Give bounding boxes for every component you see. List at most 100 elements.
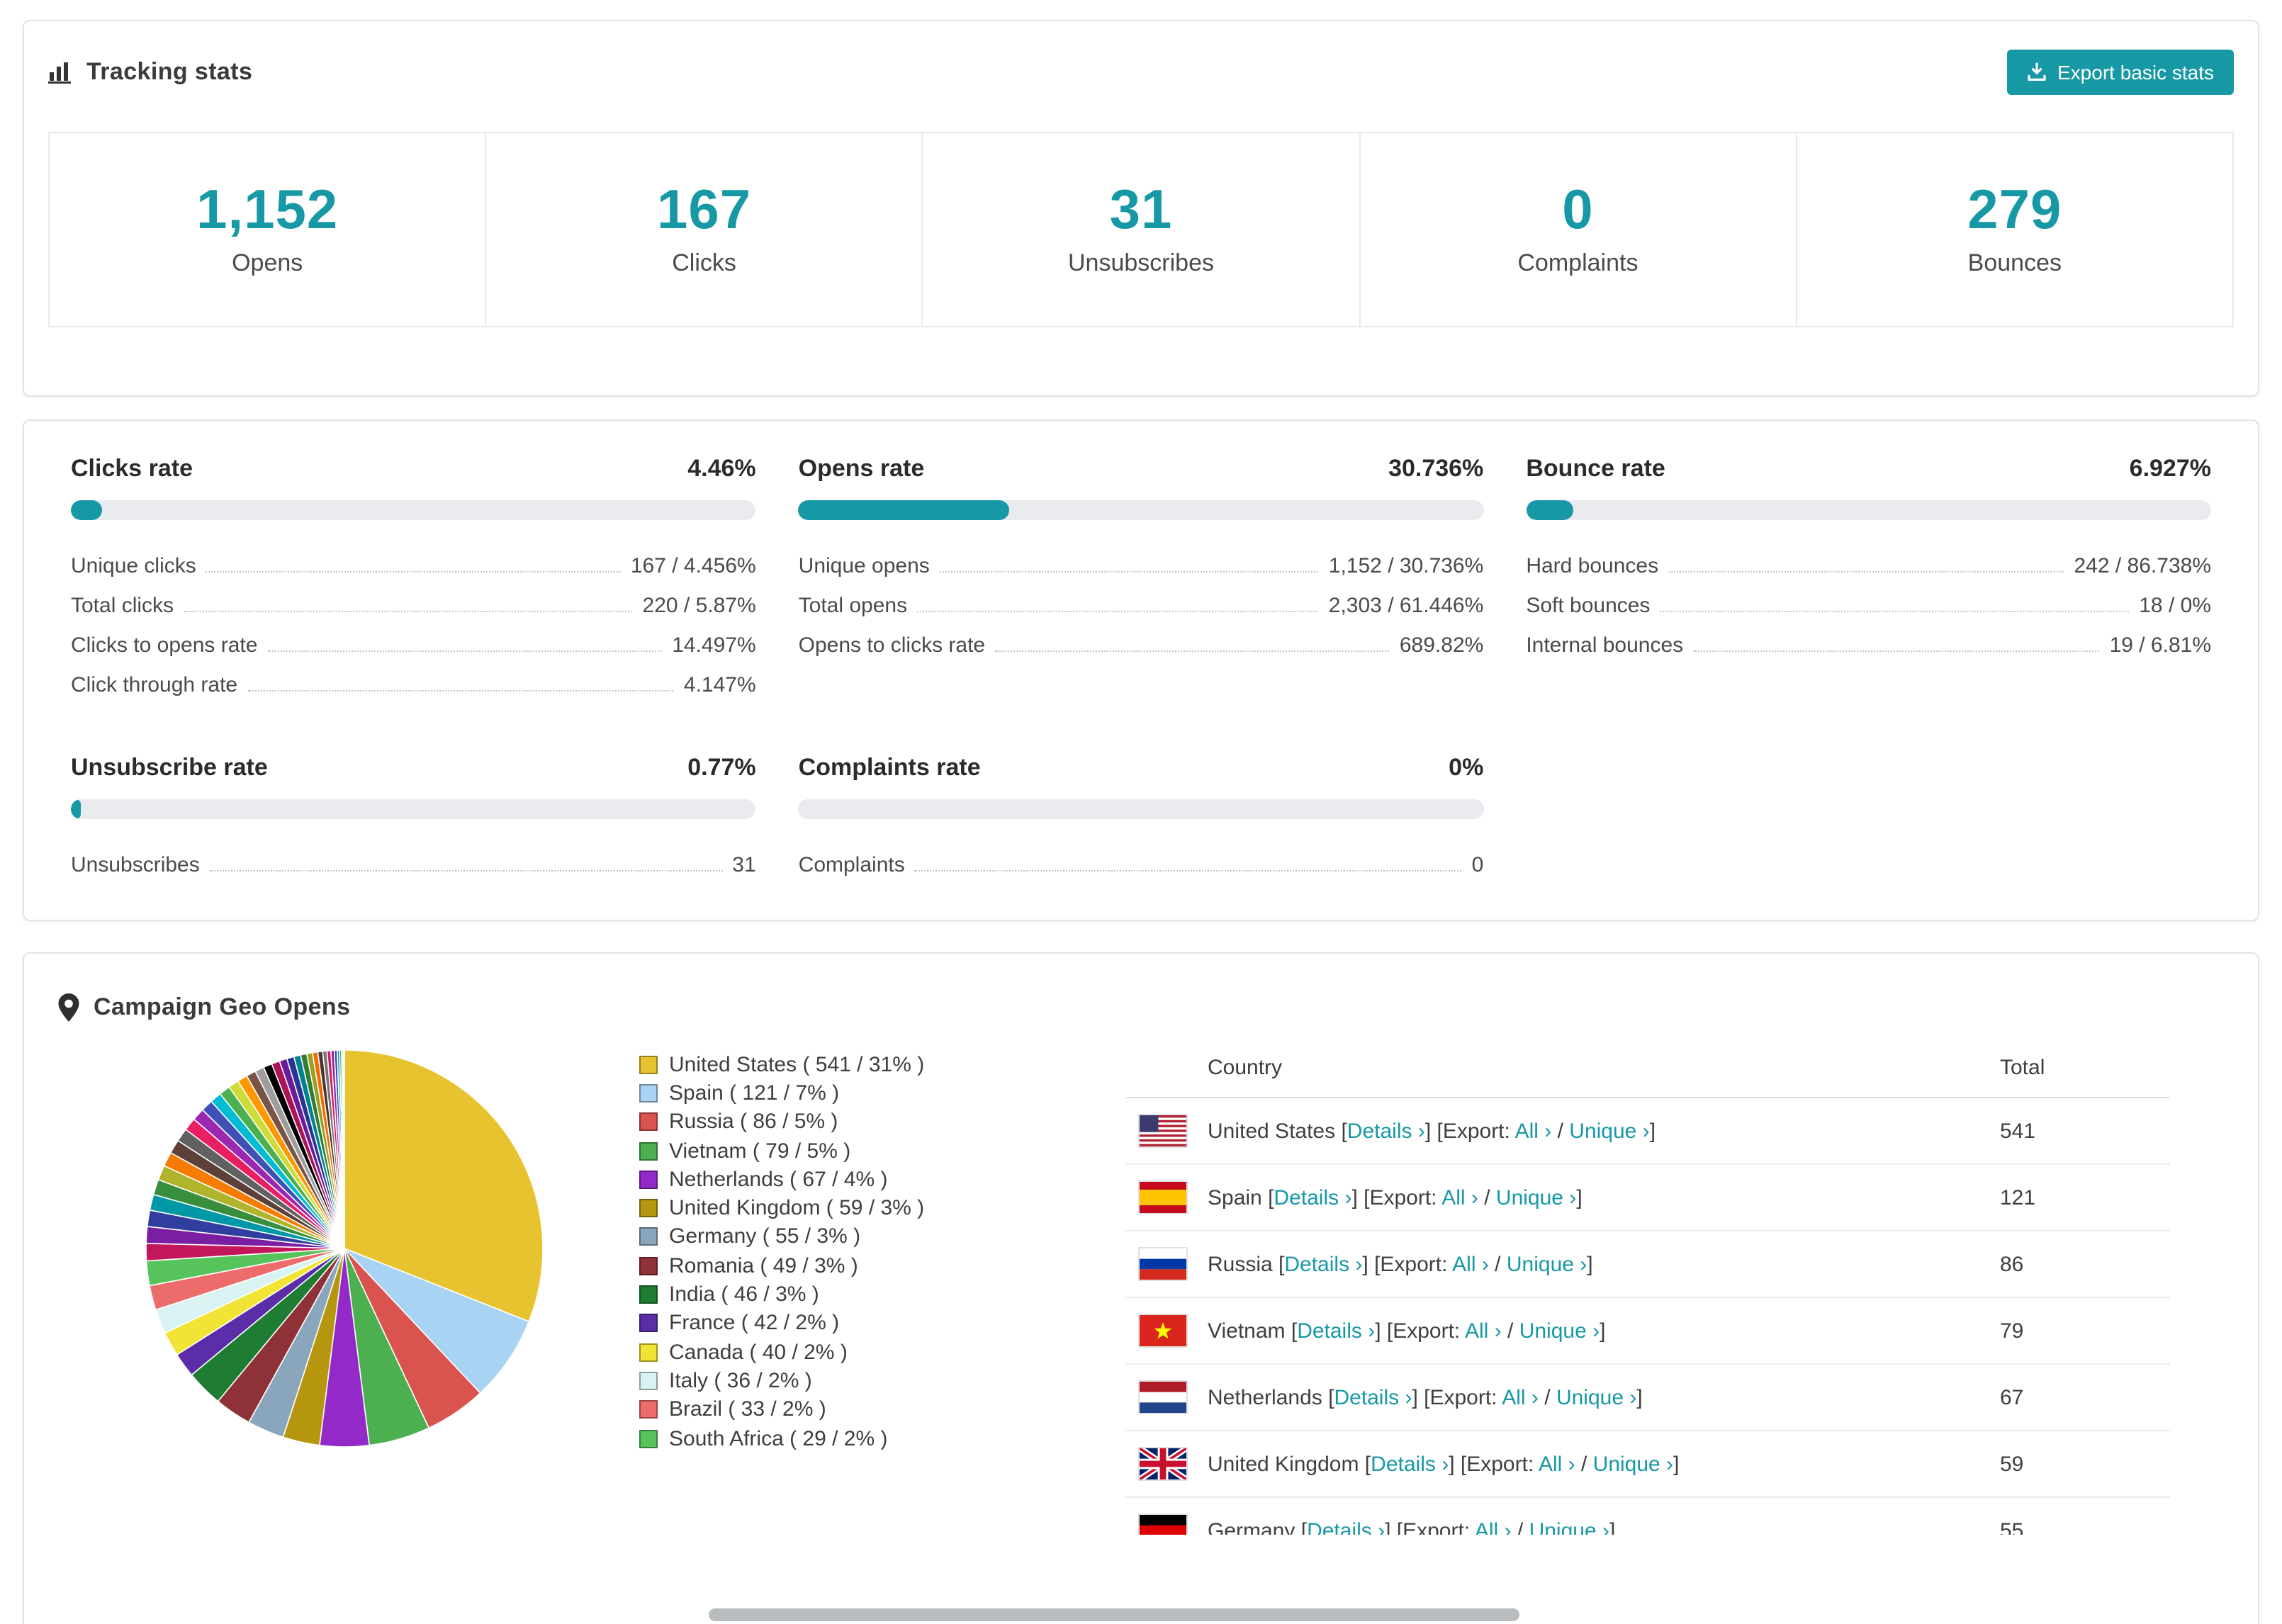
- export-unique-link[interactable]: Unique ›: [1556, 1385, 1636, 1409]
- rate-rows: Hard bounces 242 / 86.738% Soft bounces 18 …: [1526, 538, 2211, 658]
- rate-percent: 0.77%: [687, 754, 756, 781]
- rate-row: Opens to clicks rate 689.82%: [799, 618, 1484, 658]
- page-content: Tracking stats Export basic stats 1,152 O…: [0, 0, 2282, 1624]
- stat-label: Unsubscribes: [1068, 249, 1214, 276]
- details-link[interactable]: Details ›: [1307, 1518, 1385, 1535]
- rate-row: Unique clicks 167 / 4.456%: [71, 538, 756, 578]
- rate-progress-track: [71, 500, 756, 520]
- legend-item: Netherlands ( 67 / 4% ): [639, 1165, 1043, 1194]
- rate-row-label: Soft bounces: [1526, 594, 1651, 618]
- rate-head: Opens rate 30.736%: [799, 455, 1484, 483]
- export-unique-link[interactable]: Unique ›: [1507, 1252, 1587, 1276]
- rate-progress-track: [798, 799, 1484, 819]
- rate-row: Click through rate 4.147%: [71, 658, 756, 697]
- geo-table: Country Total United States [Details ›] …: [1125, 1042, 2170, 1535]
- rate-row-value: 14.497%: [672, 633, 756, 658]
- details-link[interactable]: Details ›: [1297, 1319, 1375, 1343]
- geo-th-country: Country: [1208, 1056, 1283, 1080]
- stat-cell: 167 Clicks: [485, 132, 923, 327]
- rate-title: Bounce rate: [1526, 455, 1665, 482]
- stat-value: 31: [1109, 180, 1173, 242]
- export-unique-link[interactable]: Unique ›: [1593, 1452, 1673, 1476]
- stat-cell: 279 Bounces: [1795, 132, 2235, 327]
- table-row: Russia [Details ›] [Export: All › / Uniq…: [1125, 1231, 2170, 1298]
- legend-item: Romania ( 49 / 3% ): [639, 1251, 1043, 1280]
- rate-percent: 30.736%: [1388, 455, 1484, 482]
- export-unique-link[interactable]: Unique ›: [1569, 1119, 1649, 1143]
- stat-label: Clicks: [672, 249, 736, 276]
- export-unique-link[interactable]: Unique ›: [1496, 1185, 1576, 1209]
- export-all-link[interactable]: All ›: [1475, 1518, 1512, 1535]
- rate-row: Total clicks 220 / 5.87%: [71, 578, 756, 618]
- stats-row: 1,152 Opens 167 Clicks 31 Unsubscribes 0 Compla…: [48, 132, 2235, 327]
- rate-percent: 0%: [1449, 754, 1484, 781]
- rate-head: Unsubscribe rate 0.77%: [71, 754, 756, 782]
- geo-total-cell: 67: [2000, 1385, 2024, 1409]
- legend-label: United States ( 541 / 31% ): [669, 1052, 925, 1077]
- export-all-link[interactable]: All ›: [1539, 1452, 1575, 1476]
- rate-percent: 6.927%: [2129, 455, 2211, 482]
- table-row: Vietnam [Details ›] [Export: All › / Uni…: [1125, 1298, 2170, 1365]
- rate-row-label: Unique opens: [798, 554, 930, 578]
- bar-chart-icon: [48, 61, 72, 84]
- rate-row-value: 1,152 / 30.736%: [1328, 554, 1484, 578]
- export-all-link[interactable]: All ›: [1502, 1385, 1539, 1409]
- legend-swatch: [639, 1343, 658, 1362]
- rate-progress-track: [798, 500, 1484, 520]
- legend-swatch: [639, 1285, 658, 1304]
- export-all-link[interactable]: All ›: [1452, 1252, 1489, 1276]
- tracking-stats-card: Tracking stats Export basic stats 1,152 O…: [23, 20, 2259, 397]
- geo-title: Campaign Geo Opens: [94, 993, 351, 1020]
- details-link[interactable]: Details ›: [1274, 1185, 1351, 1209]
- legend-swatch: [639, 1141, 658, 1161]
- rate-progress-fill: [71, 799, 81, 819]
- dotted-leader: [917, 611, 1319, 612]
- export-unique-link[interactable]: Unique ›: [1529, 1518, 1609, 1535]
- export-basic-stats-button[interactable]: Export basic stats: [2006, 50, 2234, 95]
- details-link[interactable]: Details ›: [1334, 1385, 1412, 1409]
- geo-country-cell: United Kingdom [Details ›] [Export: All …: [1208, 1452, 1680, 1476]
- geo-pie-chart: [145, 1049, 544, 1448]
- dotted-leader: [209, 870, 723, 872]
- geo-table-clip: Country Total United States [Details ›] …: [1125, 1042, 2170, 1535]
- rate-row-value: 167 / 4.456%: [630, 554, 756, 578]
- rate-row: Internal bounces 19 / 6.81%: [1526, 618, 2211, 658]
- legend-item: Vietnam ( 79 / 5% ): [639, 1137, 1043, 1166]
- rate-rows: Complaints 0: [799, 838, 1484, 877]
- flag-ru-icon: [1140, 1248, 1186, 1280]
- geo-legend: United States ( 541 / 31% ) Spain ( 121 /…: [639, 1050, 1043, 1453]
- geo-header: Campaign Geo Opens: [58, 993, 2224, 1022]
- rate-row-value: 242 / 86.738%: [2074, 554, 2212, 578]
- rate-row-value: 2,303 / 61.446%: [1328, 594, 1484, 618]
- stat-cell: 1,152 Opens: [48, 132, 487, 327]
- stat-label: Complaints: [1517, 249, 1639, 276]
- export-unique-link[interactable]: Unique ›: [1519, 1319, 1600, 1343]
- horizontal-scrollbar-thumb[interactable]: [709, 1608, 1519, 1621]
- rate-head: Bounce rate 6.927%: [1526, 455, 2211, 483]
- rate-row-label: Internal bounces: [1526, 633, 1684, 658]
- details-link[interactable]: Details ›: [1347, 1119, 1425, 1143]
- rate-rows: Unsubscribes 31: [71, 838, 756, 877]
- details-link[interactable]: Details ›: [1371, 1452, 1449, 1476]
- geo-total-cell: 86: [2000, 1252, 2024, 1276]
- geo-country-cell: Russia [Details ›] [Export: All › / Uniq…: [1208, 1252, 1593, 1276]
- legend-label: Vietnam ( 79 / 5% ): [669, 1139, 851, 1163]
- legend-label: India ( 46 / 3% ): [669, 1282, 819, 1307]
- legend-label: Brazil ( 33 / 2% ): [669, 1397, 826, 1422]
- rate-title: Opens rate: [798, 455, 925, 482]
- rate-title: Clicks rate: [71, 455, 193, 482]
- rate-row: Soft bounces 18 / 0%: [1526, 578, 2211, 618]
- rate-title: Complaints rate: [798, 754, 981, 781]
- rate-row-value: 19 / 6.81%: [2109, 633, 2211, 658]
- rate-row-label: Hard bounces: [1526, 554, 1659, 578]
- rate-row-label: Unique clicks: [71, 554, 196, 578]
- export-all-link[interactable]: All ›: [1441, 1185, 1478, 1209]
- export-all-link[interactable]: All ›: [1465, 1319, 1502, 1343]
- details-link[interactable]: Details ›: [1284, 1252, 1362, 1276]
- export-all-link[interactable]: All ›: [1515, 1119, 1552, 1143]
- rate-row: Clicks to opens rate 14.497%: [71, 618, 756, 658]
- rate-row: Hard bounces 242 / 86.738%: [1526, 538, 2211, 578]
- rate-row: Complaints 0: [799, 838, 1484, 877]
- legend-swatch: [639, 1314, 658, 1333]
- legend-item: France ( 42 / 2% ): [639, 1309, 1043, 1338]
